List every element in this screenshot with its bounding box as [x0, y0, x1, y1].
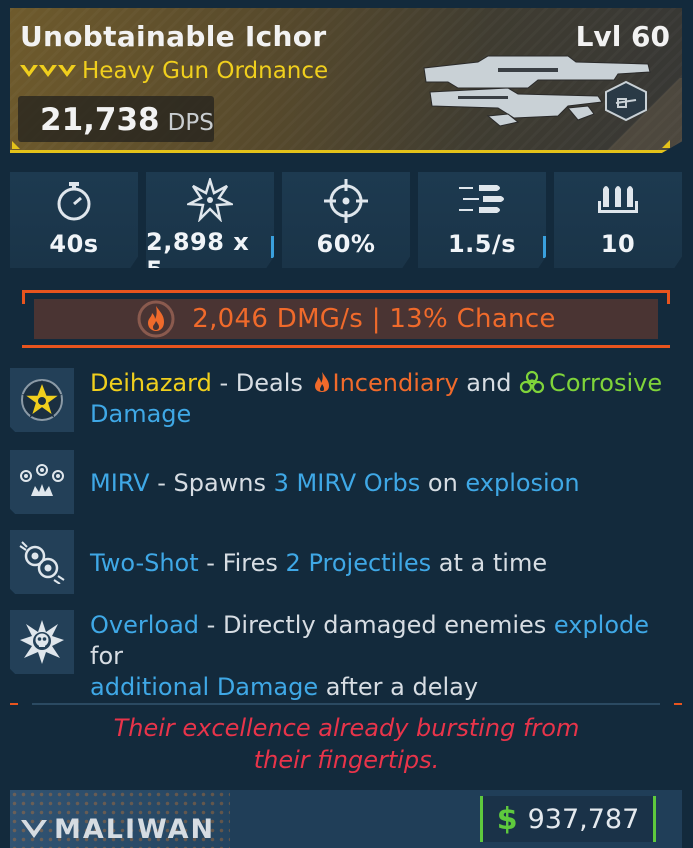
overload-skull-icon [10, 610, 74, 674]
corrosive-biohazard-icon [519, 370, 545, 394]
stats-row: 40s 2,898 x 5 60% 1.5/s 10 [10, 172, 682, 268]
stat-reload-time: 40s [10, 172, 138, 268]
keyword-damage: Damage [90, 400, 192, 428]
perk-name: MIRV [90, 469, 150, 497]
dps-value: 21,738 [40, 102, 160, 138]
header-underline [10, 150, 672, 153]
corner-marker-left [12, 141, 20, 149]
deihazard-star-icon [10, 368, 74, 432]
stat-value: 40s [49, 230, 99, 258]
perk-name: Overload [90, 611, 200, 639]
stat-separator [414, 236, 417, 258]
stat-value: 2,898 x 5 [146, 228, 250, 284]
perk-text-segment: and [458, 369, 520, 397]
perk-text-segment: - Deals [211, 369, 311, 397]
perk-description: Two-Shot - Fires 2 Projectiles at a time [90, 548, 680, 579]
keyword-additional-damage: additional Damage [90, 673, 319, 701]
mirv-orbs-icon [10, 450, 74, 514]
manufacturer-brand: MALIWAN [20, 814, 215, 845]
stat-fire-rate: 1.5/s [418, 172, 546, 268]
price-value: 937,787 [527, 803, 640, 835]
flavor-line-2: their fingertips. [253, 746, 440, 774]
two-shot-icon [10, 530, 74, 594]
fire-icon [137, 300, 175, 338]
flavor-text: Their excellence already bursting from t… [0, 712, 693, 776]
weapon-type-label: Heavy Gun Ordnance [82, 58, 329, 84]
flavor-divider [10, 703, 682, 705]
ammo-magazine-icon [595, 178, 641, 224]
rarity-chevrons-icon [20, 65, 76, 77]
bar-cap-right [667, 290, 670, 304]
item-footer: MALIWAN $ 937,787 [10, 790, 682, 848]
keyword-explosion: explosion [465, 469, 580, 497]
elemental-damage-text: 2,046 DMG/s | 13% Chance [192, 304, 556, 334]
stat-accuracy: 60% [282, 172, 410, 268]
heavy-weapon-icon [423, 55, 651, 127]
burst-damage-icon [187, 178, 233, 222]
item-name: Unobtainable Ichor [20, 20, 327, 53]
elemental-damage-bar: 2,046 DMG/s | 13% Chance [22, 290, 670, 348]
dps-box: 21,738 DPS [18, 96, 214, 142]
keyword-explode: explode [553, 611, 650, 639]
bar-cap-left [22, 290, 25, 304]
perk-text-segment: - Fires [198, 549, 286, 577]
currency-icon: $ [496, 801, 518, 837]
perk-text-segment: at a time [431, 549, 548, 577]
crosshair-icon [323, 178, 369, 224]
perk-name: Two-Shot [90, 549, 199, 577]
item-header: Unobtainable Ichor Lvl 60 Heavy Gun Ordn… [10, 8, 682, 153]
stat-separator [142, 236, 145, 258]
perk-text-segment: on [420, 469, 466, 497]
keyword-incendiary: Incendiary [332, 369, 459, 397]
perk-name: Deihazard [90, 369, 212, 397]
stat-damage: 2,898 x 5 [146, 172, 274, 268]
weapon-type-row: Heavy Gun Ordnance [20, 58, 328, 84]
stat-magazine-size: 10 [554, 172, 682, 268]
stat-separator [543, 236, 546, 258]
perk-text-segment: - Spawns [149, 469, 274, 497]
perk-text-segment: - Directly damaged enemies [199, 611, 554, 639]
incendiary-fire-icon [314, 372, 329, 392]
perk-description: Deihazard - Deals Incendiary and Corrosi… [90, 368, 680, 430]
stopwatch-icon [52, 178, 96, 224]
keyword-projectiles: 2 Projectiles [285, 549, 432, 577]
keyword-mirv-orbs: 3 MIRV Orbs [273, 469, 421, 497]
keyword-corrosive: Corrosive [549, 369, 663, 397]
corner-marker-right [662, 140, 670, 148]
elemental-damage-inner: 2,046 DMG/s | 13% Chance [34, 299, 658, 339]
dps-unit: DPS [167, 110, 214, 136]
price-box: $ 937,787 [480, 796, 656, 842]
perk-text-segment: for [90, 642, 123, 670]
stat-value: 1.5/s [447, 230, 517, 258]
perk-description: Overload - Directly damaged enemies expl… [90, 610, 680, 703]
maliwan-logo-icon [21, 819, 47, 838]
manufacturer-name: MALIWAN [54, 814, 216, 845]
stat-value: 10 [600, 230, 636, 258]
stat-value: 60% [316, 230, 376, 258]
perk-text-segment: after a delay [318, 673, 479, 701]
stat-separator [271, 236, 274, 258]
fire-rate-bullets-icon [457, 178, 507, 224]
flavor-line-1: Their excellence already bursting from [113, 714, 580, 742]
perk-description: MIRV - Spawns 3 MIRV Orbs on explosion [90, 468, 680, 499]
